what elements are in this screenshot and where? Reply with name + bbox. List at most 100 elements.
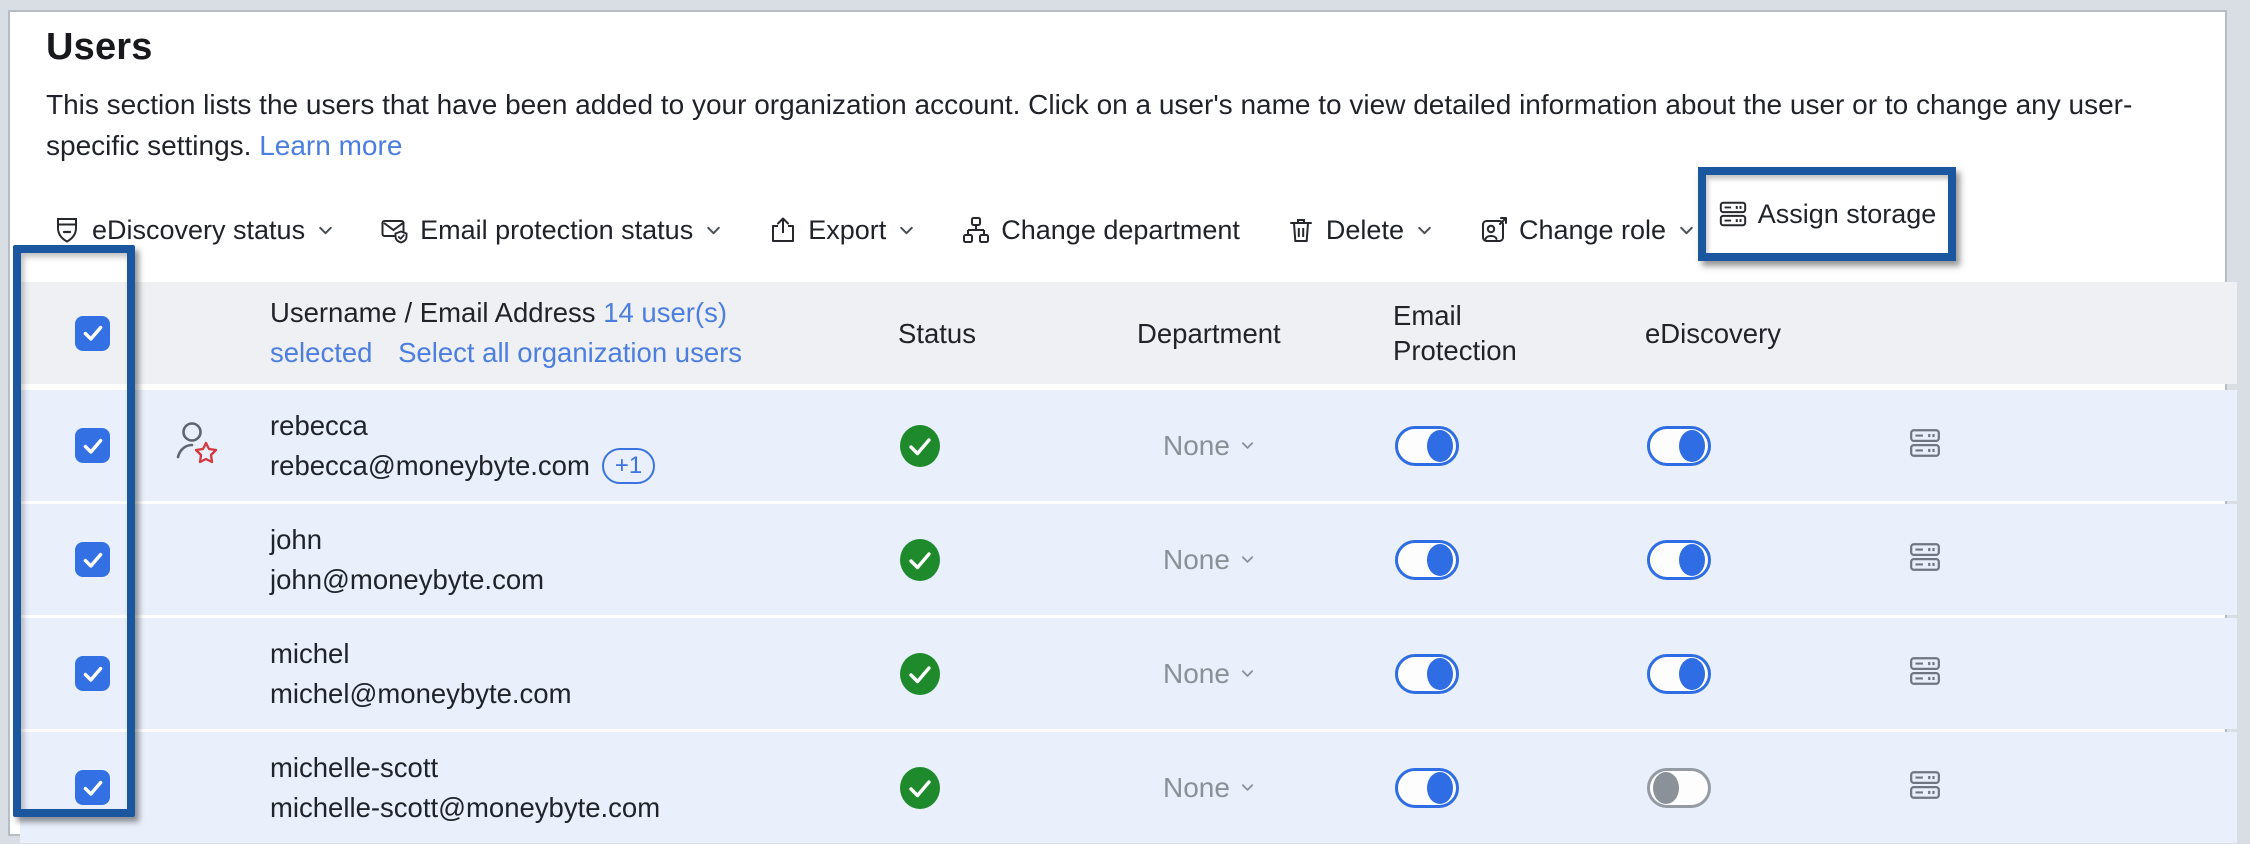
- department-dropdown[interactable]: None: [1163, 430, 1255, 462]
- username-link[interactable]: john: [270, 520, 898, 560]
- users-section-card: Users This section lists the users that …: [8, 10, 2227, 836]
- toggle-knob: [1427, 430, 1453, 462]
- toggle-knob: [1427, 772, 1453, 804]
- row-checkbox[interactable]: [75, 428, 110, 463]
- user-type-cell: [165, 531, 270, 588]
- username-column-header: Username / Email Address 14 user(s) sele…: [270, 293, 770, 373]
- department-value: None: [1163, 658, 1230, 690]
- department-dropdown[interactable]: None: [1163, 658, 1255, 690]
- department-cell: None: [1137, 772, 1393, 804]
- export-button[interactable]: Export: [768, 215, 915, 246]
- user-type-cell: [165, 759, 270, 816]
- select-all-checkbox[interactable]: [75, 316, 110, 351]
- status-cell: [898, 652, 1137, 696]
- email-protection-cell: [1393, 426, 1645, 466]
- chevron-down-icon: [1678, 222, 1695, 239]
- department-cell: None: [1137, 430, 1393, 462]
- select-all-organization-users-link[interactable]: Select all organization users: [398, 337, 742, 368]
- change-department-label: Change department: [1001, 215, 1240, 246]
- email-protection-toggle[interactable]: [1395, 768, 1459, 808]
- ediscovery-column-header: eDiscovery: [1645, 316, 1900, 351]
- learn-more-link[interactable]: Learn more: [259, 130, 402, 161]
- status-active-icon: [898, 538, 942, 582]
- status-cell: [898, 766, 1137, 810]
- user-email: michel@moneybyte.com: [270, 674, 572, 714]
- email-protection-toggle[interactable]: [1395, 540, 1459, 580]
- table-row: john john@moneybyte.com None: [20, 504, 2237, 615]
- chevron-down-icon: [1240, 552, 1255, 567]
- row-checkbox[interactable]: [75, 542, 110, 577]
- email-protection-toggle[interactable]: [1395, 426, 1459, 466]
- department-cell: None: [1137, 658, 1393, 690]
- username-email-cell: michelle-scott michelle-scott@moneybyte.…: [270, 748, 898, 828]
- email-protection-status-button[interactable]: Email protection status: [380, 215, 722, 246]
- username-email-cell: rebecca rebecca@moneybyte.com +1: [270, 406, 898, 486]
- status-active-icon: [898, 424, 942, 468]
- header-checkbox-cell: [20, 316, 165, 351]
- row-checkbox-cell: [20, 770, 165, 805]
- table-header-row: Username / Email Address 14 user(s) sele…: [20, 282, 2237, 384]
- export-label: Export: [808, 215, 886, 246]
- assign-storage-button[interactable]: Assign storage: [1718, 199, 1937, 230]
- department-dropdown[interactable]: None: [1163, 772, 1255, 804]
- ediscovery-status-button[interactable]: eDiscovery status: [52, 215, 334, 246]
- check-icon: [80, 320, 106, 346]
- change-role-button[interactable]: Change role: [1479, 215, 1695, 246]
- check-icon: [80, 775, 106, 801]
- delete-button[interactable]: Delete: [1286, 215, 1433, 246]
- row-checkbox[interactable]: [75, 656, 110, 691]
- change-department-button[interactable]: Change department: [961, 215, 1240, 246]
- alias-count-badge[interactable]: +1: [602, 448, 655, 484]
- username-email-cell: michel michel@moneybyte.com: [270, 634, 898, 714]
- storage-icon[interactable]: [1908, 789, 1942, 806]
- ediscovery-toggle[interactable]: [1647, 540, 1711, 580]
- department-column-header: Department: [1137, 316, 1393, 351]
- email-protection-toggle[interactable]: [1395, 654, 1459, 694]
- storage-cell: [1900, 654, 2237, 693]
- status-cell: [898, 538, 1137, 582]
- user-type-cell: [165, 645, 270, 702]
- ediscovery-cell: [1645, 768, 1900, 808]
- change-department-icon: [961, 215, 991, 245]
- username-link[interactable]: rebecca: [270, 406, 898, 446]
- ediscovery-toggle[interactable]: [1647, 426, 1711, 466]
- department-dropdown[interactable]: None: [1163, 544, 1255, 576]
- toggle-knob: [1427, 658, 1453, 690]
- storage-icon[interactable]: [1908, 561, 1942, 578]
- email-protection-status-icon: [380, 215, 410, 245]
- department-value: None: [1163, 430, 1230, 462]
- user-type-cell: [165, 417, 270, 474]
- email-protection-status-label: Email protection status: [420, 215, 693, 246]
- ediscovery-status-icon: [52, 215, 82, 245]
- table-row: rebecca rebecca@moneybyte.com +1 None: [20, 390, 2237, 501]
- user-email: michelle-scott@moneybyte.com: [270, 788, 660, 828]
- toggle-knob: [1427, 544, 1453, 576]
- assign-storage-label: Assign storage: [1758, 199, 1937, 230]
- username-link[interactable]: michelle-scott: [270, 748, 898, 788]
- storage-icon[interactable]: [1908, 675, 1942, 692]
- toggle-knob: [1679, 544, 1705, 576]
- storage-icon[interactable]: [1908, 447, 1942, 464]
- storage-cell: [1900, 768, 2237, 807]
- check-icon: [80, 661, 106, 687]
- username-link[interactable]: michel: [270, 634, 898, 674]
- check-icon: [80, 433, 106, 459]
- row-checkbox[interactable]: [75, 770, 110, 805]
- ediscovery-toggle[interactable]: [1647, 768, 1711, 808]
- ediscovery-cell: [1645, 540, 1900, 580]
- change-role-icon: [1479, 215, 1509, 245]
- toggle-knob: [1653, 772, 1679, 804]
- status-cell: [898, 424, 1137, 468]
- department-value: None: [1163, 772, 1230, 804]
- ediscovery-toggle[interactable]: [1647, 654, 1711, 694]
- check-icon: [80, 547, 106, 573]
- chevron-down-icon: [1240, 780, 1255, 795]
- status-column-header: Status: [898, 316, 1137, 351]
- status-active-icon: [898, 652, 942, 696]
- status-active-icon: [898, 766, 942, 810]
- user-email: rebecca@moneybyte.com: [270, 446, 590, 486]
- ediscovery-status-label: eDiscovery status: [92, 215, 305, 246]
- row-checkbox-cell: [20, 428, 165, 463]
- users-toolbar: eDiscovery status Email protection statu…: [52, 202, 1695, 258]
- email-protection-cell: [1393, 768, 1645, 808]
